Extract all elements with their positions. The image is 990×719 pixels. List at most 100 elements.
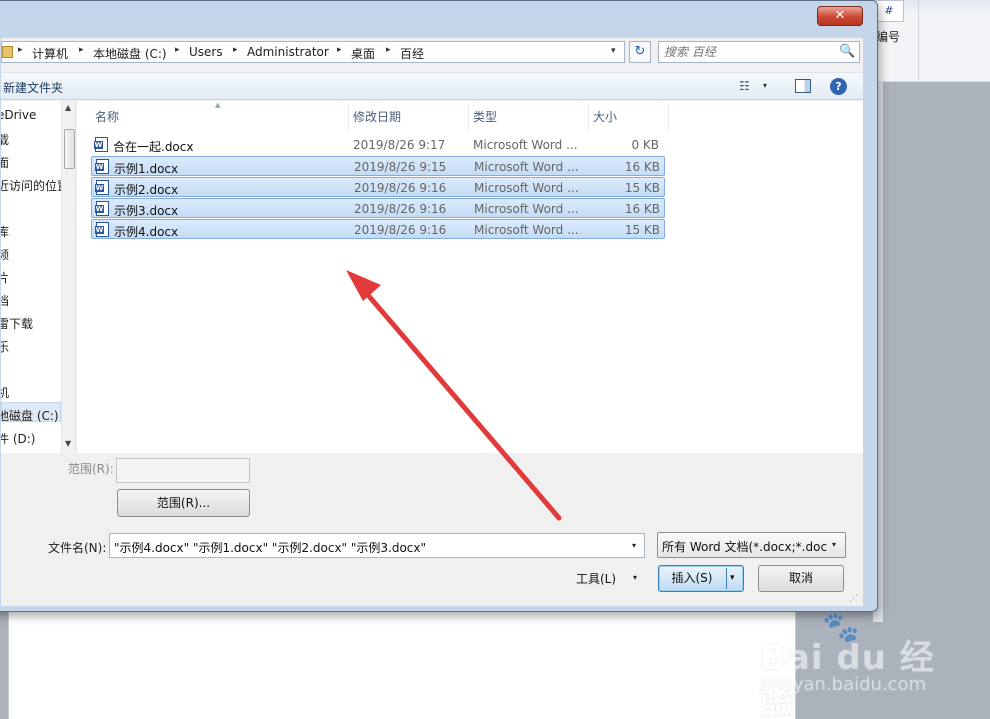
column-header-type[interactable]: 类型: [469, 103, 589, 131]
nav-item-desktop[interactable]: 面: [1, 154, 9, 171]
nav-item-videos[interactable]: 频: [1, 246, 9, 263]
insert-button[interactable]: 插入(S) ▾: [658, 565, 744, 592]
nav-item-onedrive[interactable]: eDrive: [1, 108, 36, 122]
search-icon[interactable]: 🔍: [839, 44, 855, 59]
toolbar: 新建文件夹 ☷ ▾ ?: [1, 72, 863, 100]
tools-button[interactable]: 工具(L): [576, 570, 616, 587]
range-input: [116, 458, 250, 483]
file-list: ▲ 名称 修改日期 类型 大小 W 合在一起.docx 2019/8/26 9:17…: [77, 101, 863, 453]
scroll-down-icon[interactable]: ▼: [65, 439, 71, 448]
nav-item-pictures[interactable]: 片: [1, 269, 9, 286]
search-input[interactable]: [664, 44, 834, 60]
file-row[interactable]: W 示例2.docx 2019/8/26 9:16 Microsoft Word ..…: [91, 177, 665, 197]
breadcrumb-users[interactable]: Users: [189, 45, 223, 59]
address-bar[interactable]: ▸ 计算机 ▸ 本地磁盘 (C:) ▸ Users ▸ Administrato…: [1, 41, 625, 63]
nav-item-music[interactable]: 乐: [1, 338, 9, 355]
file-modified-date: 2019/8/26 9:15: [354, 160, 447, 174]
nav-item-local-disk-c[interactable]: 地磁盘 (C:): [1, 407, 59, 424]
file-row[interactable]: W 示例4.docx 2019/8/26 9:16 Microsoft Word ..…: [91, 219, 665, 239]
file-row[interactable]: W 合在一起.docx 2019/8/26 9:17 Microsoft Word .…: [91, 135, 665, 155]
word-letter: W: [95, 184, 104, 192]
file-size: 0 KB: [631, 138, 659, 152]
close-button[interactable]: ✕: [817, 6, 863, 26]
word-document-icon: W: [95, 222, 109, 237]
file-row[interactable]: W 示例3.docx 2019/8/26 9:16 Microsoft Word ..…: [91, 198, 665, 218]
file-size: 16 KB: [624, 160, 660, 174]
filename-dropdown-icon[interactable]: ▾: [632, 541, 636, 550]
search-box[interactable]: 🔍: [658, 41, 860, 63]
word-document-icon: W: [95, 201, 109, 216]
view-dropdown-icon[interactable]: ▾: [763, 81, 767, 90]
file-name[interactable]: 合在一起.docx: [113, 138, 193, 155]
breadcrumb-administrator[interactable]: Administrator: [247, 45, 329, 59]
file-type: Microsoft Word ...: [474, 160, 579, 174]
address-dropdown-icon[interactable]: ▾: [611, 46, 616, 56]
filetype-select[interactable]: 所有 Word 文档(*.docx;*.docm ▾: [657, 532, 846, 558]
file-name[interactable]: 示例3.docx: [114, 202, 178, 219]
nav-item-recent-places[interactable]: 近访问的位置: [1, 177, 69, 194]
word-document-icon: W: [94, 137, 108, 152]
nav-item-thunder-downloads[interactable]: 雷下载: [1, 315, 33, 332]
file-modified-date: 2019/8/26 9:16: [354, 223, 447, 237]
file-type: Microsoft Word ...: [473, 138, 578, 152]
insert-file-dialog: ✕ ▸ 计算机 ▸ 本地磁盘 (C:) ▸ Users ▸ Administra…: [0, 0, 878, 612]
refresh-button[interactable]: ↻: [629, 41, 651, 63]
word-letter: W: [95, 163, 104, 171]
file-name[interactable]: 示例2.docx: [114, 181, 178, 198]
range-button[interactable]: 范围(R)...: [117, 489, 250, 517]
word-document-icon: W: [95, 159, 109, 174]
nav-item-downloads[interactable]: 载: [1, 131, 9, 148]
file-type: Microsoft Word ...: [474, 202, 579, 216]
nav-item-documents[interactable]: 档: [1, 292, 9, 309]
insert-dropdown-icon[interactable]: ▾: [730, 573, 735, 583]
tools-dropdown-icon[interactable]: ▾: [633, 573, 637, 582]
filename-value[interactable]: "示例4.docx" "示例1.docx" "示例2.docx" "示例3.do…: [114, 539, 426, 556]
view-options-icon[interactable]: ☷: [739, 79, 750, 93]
folder-icon: [2, 46, 13, 58]
filename-field[interactable]: "示例4.docx" "示例1.docx" "示例2.docx" "示例3.do…: [109, 533, 645, 558]
scroll-thumb[interactable]: [64, 129, 75, 169]
word-document-icon: W: [95, 180, 109, 195]
help-icon[interactable]: ?: [830, 78, 847, 95]
word-letter: W: [94, 141, 103, 149]
breadcrumb-separator[interactable]: ▸: [233, 45, 238, 55]
breadcrumb-separator[interactable]: ▸: [337, 45, 342, 55]
insert-button-label[interactable]: 插入(S): [659, 566, 725, 591]
nav-item-computer[interactable]: 机: [1, 384, 9, 401]
new-folder-button[interactable]: 新建文件夹: [3, 79, 63, 96]
file-row[interactable]: W 示例1.docx 2019/8/26 9:15 Microsoft Word ..…: [91, 156, 665, 176]
breadcrumb-separator[interactable]: ▸: [18, 45, 23, 55]
column-header-name[interactable]: 名称: [91, 103, 349, 131]
nav-item-drive-d[interactable]: 件 (D:): [1, 430, 35, 447]
breadcrumb-local-disk[interactable]: 本地磁盘 (C:): [93, 45, 167, 62]
navigation-pane: eDrive 载 面 近访问的位置 库 频 片 档 雷下载 乐 机 地磁盘 (C…: [1, 101, 76, 453]
breadcrumb-computer[interactable]: 计算机: [32, 45, 68, 62]
column-header-date[interactable]: 修改日期: [349, 103, 469, 131]
breadcrumb-separator[interactable]: ▸: [79, 45, 84, 55]
file-size: 15 KB: [624, 181, 660, 195]
ribbon-separator: [918, 0, 919, 80]
file-size: 15 KB: [624, 223, 660, 237]
preview-pane-icon[interactable]: [795, 79, 811, 93]
numbering-label: 编号: [876, 30, 901, 44]
numbering-icon[interactable]: #: [874, 0, 904, 22]
column-header-size[interactable]: 大小: [589, 103, 669, 131]
file-name[interactable]: 示例4.docx: [114, 223, 178, 240]
nav-scrollbar[interactable]: ▲ ▼: [61, 101, 75, 453]
filename-label: 文件名(N):: [48, 541, 107, 555]
scroll-up-icon[interactable]: ▲: [65, 103, 71, 112]
breadcrumb-desktop[interactable]: 桌面: [351, 45, 375, 62]
word-letter: W: [95, 226, 104, 234]
nav-item-libraries[interactable]: 库: [1, 223, 9, 240]
breadcrumb-folder[interactable]: 百经: [400, 45, 424, 62]
filetype-dropdown-icon[interactable]: ▾: [832, 540, 836, 549]
breadcrumb-separator[interactable]: ▸: [175, 45, 180, 55]
file-name[interactable]: 示例1.docx: [114, 160, 178, 177]
resize-grip-icon[interactable]: ⋰: [849, 594, 858, 604]
breadcrumb-separator[interactable]: ▸: [386, 45, 391, 55]
word-letter: W: [95, 205, 104, 213]
insert-split-divider: [726, 568, 727, 589]
cancel-button[interactable]: 取消: [758, 565, 844, 592]
file-modified-date: 2019/8/26 9:16: [354, 181, 447, 195]
filetype-value[interactable]: 所有 Word 文档(*.docx;*.docm: [662, 538, 828, 555]
